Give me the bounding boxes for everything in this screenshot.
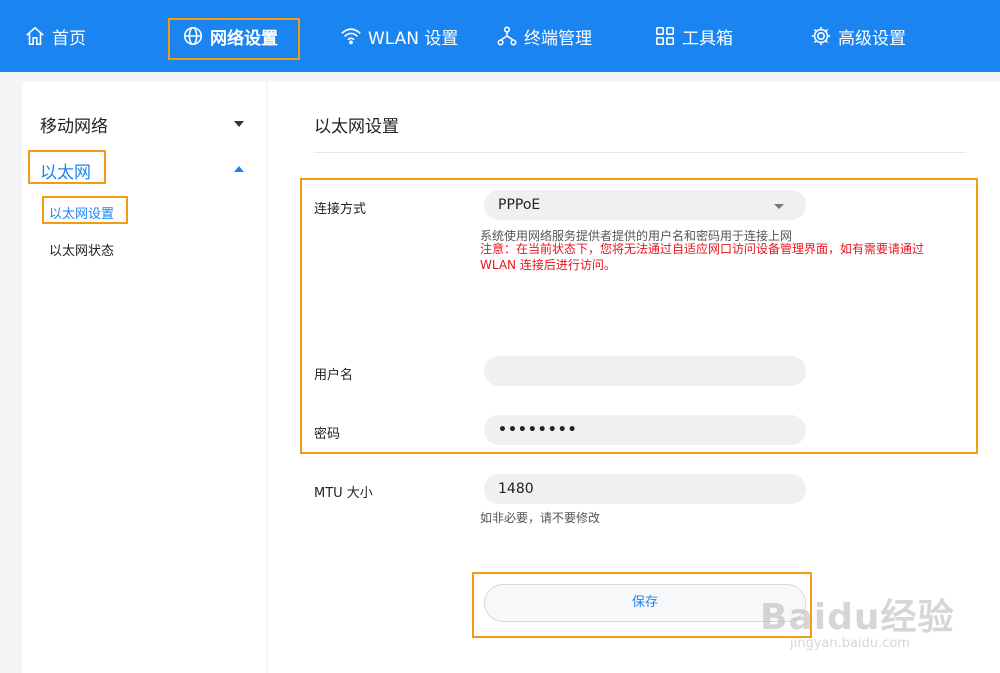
select-caret-icon[interactable] [774,204,784,209]
topology-icon [497,26,517,46]
watermark: Baidu经验 jingyan.baidu.com [760,578,960,658]
highlight-box-ethernet-settings [42,196,128,224]
highlight-box-nav [168,18,300,60]
nav-wlan-settings[interactable]: WLAN 设置 [340,0,458,72]
username-label: 用户名 [314,368,354,383]
nav-toolbox-label: 工具箱 [682,28,733,49]
chevron-up-icon[interactable] [234,166,244,172]
highlight-box-ethernet [28,150,106,184]
password-label: 密码 [314,427,341,442]
wifi-icon [341,28,361,45]
connection-type-select[interactable]: PPPoE [484,190,806,220]
grid-icon [655,26,675,46]
password-input[interactable]: •••••••• [484,415,806,445]
nav-advanced-settings[interactable]: 高级设置 [810,0,906,72]
mtu-input[interactable]: 1480 [484,474,806,504]
chevron-down-icon[interactable] [234,121,244,127]
page-title: 以太网设置 [314,117,399,137]
home-icon [26,26,44,46]
watermark-logo: Baidu经验 [760,597,955,638]
nav-toolbox[interactable]: 工具箱 [654,0,733,72]
mtu-label: MTU 大小 [314,486,373,501]
nav-home[interactable]: 首页 [24,0,86,72]
sidebar: 移动网络 以太网 以太网设置 以太网状态 [22,82,266,673]
nav-terminal-label: 终端管理 [524,28,592,49]
nav-wlan-label: WLAN 设置 [368,28,459,49]
nav-advanced-label: 高级设置 [838,28,906,49]
connection-type-label: 连接方式 [314,202,367,217]
username-input[interactable] [484,356,806,386]
gear-icon [811,26,831,46]
title-divider [314,152,966,153]
mtu-hint: 如非必要，请不要修改 [480,511,601,525]
sidebar-item-ethernet-status[interactable]: 以太网状态 [49,240,114,259]
sidebar-group-mobile-network[interactable]: 移动网络 [40,112,108,137]
nav-home-label: 首页 [52,28,86,49]
nav-terminal-management[interactable]: 终端管理 [496,0,592,72]
connection-warning: 注意：在当前状态下，您将无法通过自适应网口访问设备管理界面，如有需要请通过 WL… [480,242,925,272]
watermark-url: jingyan.baidu.com [790,636,910,651]
top-navigation-bar: 首页 网络设置 WLAN 设置 终端管理 工具箱 高级设置 [0,0,1000,72]
save-button[interactable]: 保存 [484,584,806,622]
